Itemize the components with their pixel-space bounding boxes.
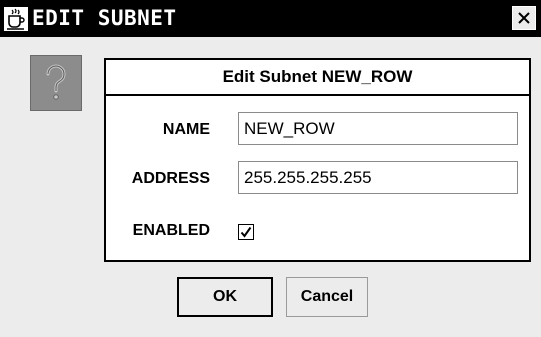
address-label: ADDRESS xyxy=(131,170,210,187)
coffee-cup-icon[interactable] xyxy=(4,7,28,31)
window-title: EDIT SUBNET xyxy=(32,6,177,30)
checkmark-icon xyxy=(240,226,252,238)
close-icon xyxy=(518,12,530,24)
enabled-label: ENABLED xyxy=(132,222,210,239)
enabled-checkbox[interactable] xyxy=(238,224,254,240)
cancel-button[interactable]: Cancel xyxy=(286,277,368,317)
edit-subnet-panel: Edit Subnet NEW_ROW NAME ADDRESS ENABLED xyxy=(104,58,531,262)
question-mark-icon xyxy=(30,55,82,111)
title-bar[interactable]: EDIT SUBNET xyxy=(0,0,541,37)
close-button[interactable] xyxy=(512,6,536,30)
name-field[interactable] xyxy=(238,112,518,145)
ok-button[interactable]: OK xyxy=(177,277,273,317)
edit-subnet-dialog: EDIT SUBNET Edit Subnet NEW_ROW NAME ADD… xyxy=(0,0,541,337)
panel-header: Edit Subnet NEW_ROW xyxy=(106,60,529,96)
address-field[interactable] xyxy=(238,161,518,194)
name-label: NAME xyxy=(162,121,210,138)
